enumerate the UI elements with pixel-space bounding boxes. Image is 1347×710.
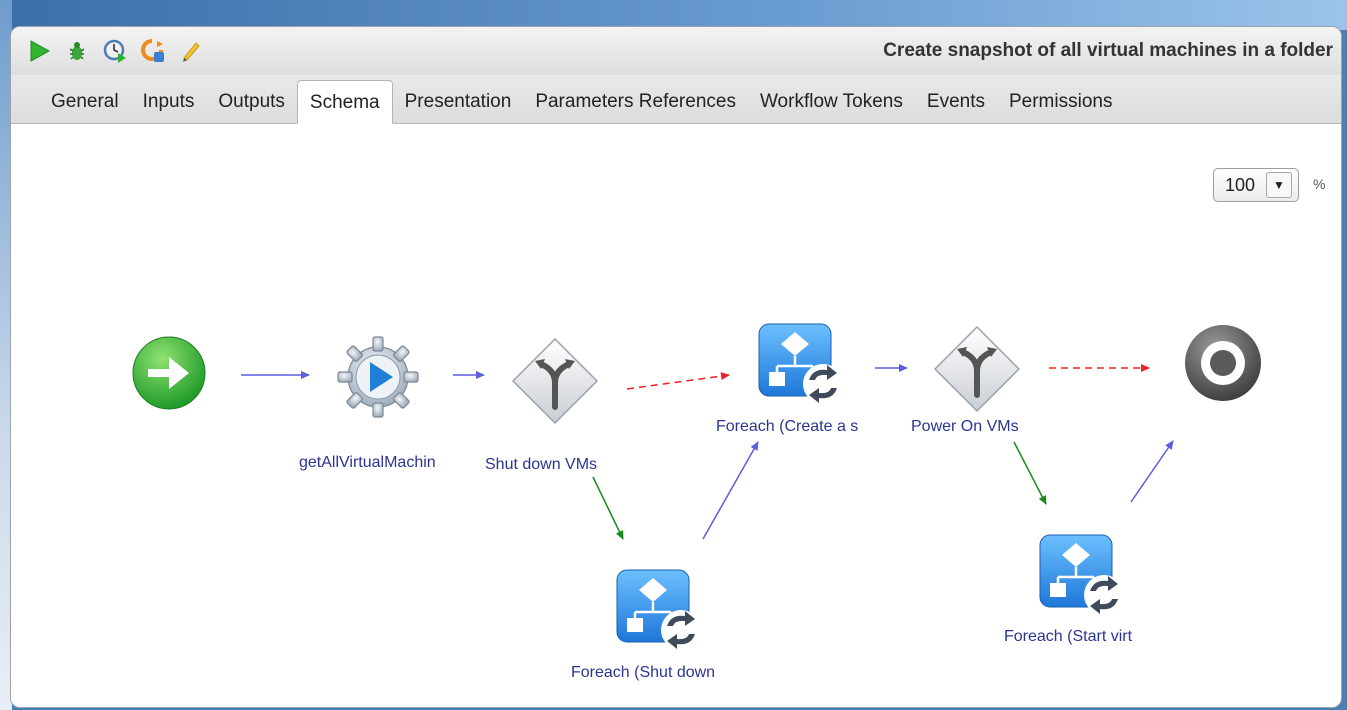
decision-node-shut-down[interactable] [511, 337, 599, 430]
decision-label-shut-down[interactable]: Shut down VMs [485, 456, 597, 474]
schema-canvas[interactable]: 100 ▼ % getAllVirtualMachin Shut down VM… [11, 124, 1341, 707]
foreach-label-start-vms[interactable]: Foreach (Start virt [1004, 628, 1132, 646]
foreach-icon [1039, 534, 1124, 615]
run-button[interactable] [25, 37, 53, 65]
link-power-on-true-to-foreach-start[interactable] [1013, 441, 1047, 505]
validate-button[interactable] [139, 37, 167, 65]
end-icon [1185, 325, 1261, 401]
tab-parameters-references[interactable]: Parameters References [523, 80, 748, 122]
workflow-editor-window: Create snapshot of all virtual machines … [10, 26, 1342, 708]
tab-permissions[interactable]: Permissions [997, 80, 1124, 122]
tab-outputs[interactable]: Outputs [206, 80, 297, 122]
debug-button[interactable] [63, 37, 91, 65]
decision-icon [511, 337, 599, 425]
start-node[interactable] [131, 335, 207, 416]
link-foreach-shut-down-to-foreach-create[interactable] [702, 441, 759, 540]
edit-button[interactable] [177, 37, 205, 65]
foreach-icon [758, 323, 843, 404]
tab-general[interactable]: General [39, 80, 131, 122]
foreach-node-start-vms[interactable] [1038, 533, 1130, 624]
scriptable-task-label[interactable]: getAllVirtualMachin [299, 454, 436, 472]
workflow-title: Create snapshot of all virtual machines … [883, 40, 1333, 61]
tabs: General Inputs Outputs Schema Presentation Pa… [39, 80, 1124, 124]
tab-workflow-tokens[interactable]: Workflow Tokens [748, 80, 915, 122]
link-shut-down-true-to-foreach-shut-down[interactable] [592, 476, 624, 540]
schedule-icon [103, 39, 126, 63]
link-foreach-start-to-end[interactable] [1130, 440, 1174, 503]
decision-node-power-on[interactable] [933, 325, 1021, 418]
end-node[interactable] [1183, 323, 1263, 408]
tab-events[interactable]: Events [915, 80, 997, 122]
validate-icon [141, 39, 164, 62]
schedule-button[interactable] [101, 37, 129, 65]
gear-play-icon [337, 336, 419, 418]
edit-icon [183, 42, 200, 62]
foreach-label-create-snapshot[interactable]: Foreach (Create a s [716, 418, 858, 436]
scriptable-task-node[interactable] [335, 334, 421, 425]
title-bar: Create snapshot of all virtual machines … [11, 27, 1341, 76]
foreach-node-shut-down[interactable] [615, 568, 707, 659]
run-icon [30, 40, 51, 62]
toolbar [25, 37, 205, 65]
tab-presentation[interactable]: Presentation [393, 80, 524, 122]
tab-schema[interactable]: Schema [296, 80, 393, 124]
decision-label-power-on[interactable]: Power On VMs [911, 418, 1019, 436]
decision-icon [933, 325, 1021, 413]
link-shut-down-false-to-foreach-create[interactable] [626, 372, 730, 390]
foreach-label-shut-down[interactable]: Foreach (Shut down [571, 664, 715, 682]
foreach-node-create-snapshot[interactable] [757, 322, 849, 413]
start-icon [132, 336, 206, 410]
tab-inputs[interactable]: Inputs [131, 80, 207, 122]
foreach-icon [616, 569, 701, 650]
debug-icon [69, 42, 85, 60]
tab-bar: General Inputs Outputs Schema Presentation Pa… [11, 75, 1341, 124]
